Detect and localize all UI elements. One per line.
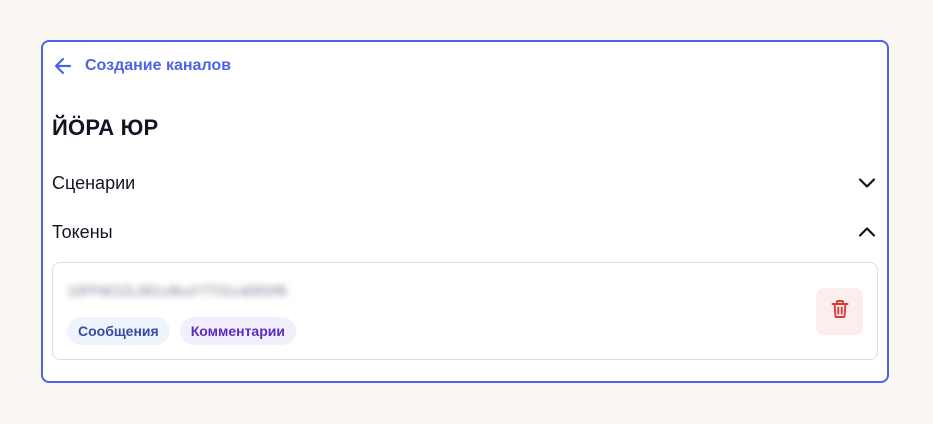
chevron-up-icon bbox=[857, 222, 877, 242]
arrow-left-icon bbox=[53, 56, 73, 76]
trash-icon bbox=[829, 298, 851, 325]
token-tags: Сообщения Комментарии bbox=[67, 317, 296, 345]
delete-token-button[interactable] bbox=[816, 288, 863, 335]
section-scenarios-toggle[interactable]: Сценарии bbox=[52, 168, 877, 198]
token-item: 1OFP4ESZLXR2s8bxF7T55s4ERSPB Сообщения К… bbox=[52, 262, 878, 360]
section-scenarios-label: Сценарии bbox=[52, 172, 136, 193]
page-title: ЙÖРА ЮР bbox=[52, 115, 159, 140]
tag-comments: Комментарии bbox=[179, 317, 296, 345]
back-link[interactable]: Создание каналов bbox=[53, 56, 231, 76]
section-tokens-label: Токены bbox=[52, 221, 113, 242]
chevron-down-icon bbox=[857, 173, 877, 193]
back-link-label: Создание каналов bbox=[85, 57, 231, 74]
channel-card: Создание каналов ЙÖРА ЮР Сценарии Токены… bbox=[41, 40, 889, 383]
tag-messages: Сообщения bbox=[67, 317, 170, 345]
section-tokens-toggle[interactable]: Токены bbox=[52, 217, 877, 247]
token-value: 1OFP4ESZLXR2s8bxF7T55s4ERSPB bbox=[67, 285, 287, 300]
